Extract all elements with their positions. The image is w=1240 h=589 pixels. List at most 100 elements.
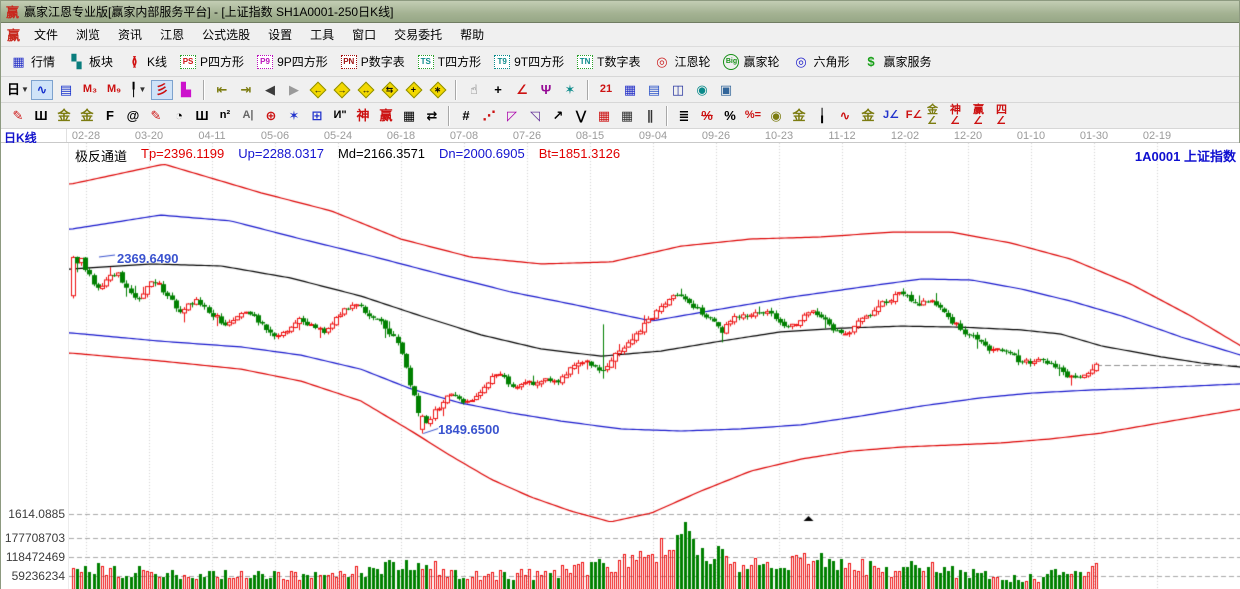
tool-9p-square[interactable]: P9 9P四方形 <box>254 51 331 72</box>
kline-chart-canvas[interactable] <box>69 143 1240 589</box>
tool-crosshair-tool-icon[interactable]: + <box>487 80 509 100</box>
tool-stats-globe-icon[interactable]: ◉ <box>691 80 713 100</box>
tool-t-table[interactable]: TN T数字表 <box>574 51 643 72</box>
tool-grid-123-icon[interactable]: ▦ <box>398 106 420 126</box>
tool-k-note-icon[interactable]: И" <box>329 106 351 126</box>
tool-kline[interactable]: ≬ K线 <box>123 51 170 72</box>
tool-quote[interactable]: ▦ 行情 <box>7 51 58 72</box>
tool-spiral-icon[interactable]: @ <box>122 106 144 126</box>
tool-p-table[interactable]: PN P数字表 <box>338 51 408 72</box>
menu-tools[interactable]: 工具 <box>301 23 343 46</box>
tool-histogram-icon[interactable]: ▙ <box>175 80 197 100</box>
tool-save-icon[interactable]: ◫ <box>667 80 689 100</box>
tool-grid-ruler-icon[interactable]: Ш <box>30 106 52 126</box>
tool-wave-red-icon[interactable]: ∿ <box>834 106 856 126</box>
tool-calculator-icon[interactable]: ▦ <box>619 80 641 100</box>
tool-candle-style-icon[interactable]: ╿ ▼ <box>127 80 149 100</box>
tool-v-dots-icon[interactable]: ⋁ <box>570 106 592 126</box>
menu-gann[interactable]: 江恩 <box>151 23 193 46</box>
tool-j-angle-icon[interactable]: J∠ <box>880 106 902 126</box>
tool-tick-ruler-icon[interactable]: Ш <box>191 106 213 126</box>
tool-shen-tool-icon[interactable]: 神 <box>352 106 374 126</box>
tool-box-rays-icon[interactable]: ◹ <box>524 106 546 126</box>
tool-star-web-icon[interactable]: ✶ <box>283 106 305 126</box>
tool-win-angle-icon[interactable]: 赢∠ <box>972 104 994 126</box>
menu-news[interactable]: 资讯 <box>109 23 151 46</box>
tool-mini-chart-3-icon[interactable]: M₃ <box>79 80 101 100</box>
tool-period-day-icon[interactable]: 日 ▼ <box>7 80 29 100</box>
tool-workstation-icon[interactable]: ▣ <box>715 80 737 100</box>
tool-box-tool-icon[interactable]: # <box>455 106 477 126</box>
tool-gold-circle-icon[interactable]: ◉ <box>765 106 787 126</box>
tool-gold-ruler-1-icon[interactable]: 金 <box>53 106 75 126</box>
tool-angle-measure-icon[interactable]: ∠ <box>511 80 533 100</box>
tool-parallel-lines-icon[interactable]: ∥ <box>639 106 661 126</box>
tool-win-tool-icon[interactable]: 赢 <box>375 106 397 126</box>
tool-fan-box-icon[interactable]: ◸ <box>501 106 523 126</box>
tool-map-draw-icon[interactable]: 彡 <box>151 79 173 100</box>
tool-gold-red-line-icon[interactable]: 金 <box>857 106 879 126</box>
tool-candle-pen-icon[interactable]: ╽ <box>811 106 833 126</box>
tool-mirror-icon[interactable]: A| <box>237 106 259 126</box>
menu-formula-pick[interactable]: 公式选股 <box>193 23 259 46</box>
menu-help[interactable]: 帮助 <box>451 23 493 46</box>
date-tick: 09-04 <box>638 130 668 142</box>
tool-shen-angle-icon[interactable]: 神∠ <box>949 104 971 126</box>
tool-zoom-h-icon[interactable]: ↔ <box>355 80 377 100</box>
tool-web-tool-icon[interactable]: ✶ <box>559 80 581 100</box>
tool-gold-angle-icon[interactable]: 金∠ <box>926 104 948 126</box>
menu-settings[interactable]: 设置 <box>259 23 301 46</box>
tool-zoom-right-icon[interactable]: → <box>331 80 353 100</box>
tool-grid-red-icon[interactable]: ▦ <box>593 106 615 126</box>
tool-brush-ruler-icon[interactable]: ✎ <box>145 106 167 126</box>
tool-last-bar-icon[interactable]: ⇥ <box>235 80 257 100</box>
tool-gold-lines-icon[interactable]: 金 <box>788 106 810 126</box>
tool-circle-cross-icon[interactable]: ⊕ <box>260 106 282 126</box>
tool-winner-service[interactable]: $ 赢家服务 <box>860 51 935 72</box>
tool-span-arrows-icon[interactable]: ⇄ <box>421 106 443 126</box>
title-bar[interactable]: 赢 赢家江恩专业版[赢家内部服务平台] - [上证指数 SH1A0001-250… <box>1 1 1239 23</box>
tool-pct-lines-icon[interactable]: %= <box>742 106 764 126</box>
tool-zoom-left-icon[interactable]: ← <box>307 80 329 100</box>
tool-mini-chart-9-icon[interactable]: M₉ <box>103 80 125 100</box>
tool-grid-arrow-icon[interactable]: ▦ <box>616 106 638 126</box>
tool-next-bar-icon[interactable]: ▶ <box>283 80 305 100</box>
tool-fan-tool-icon[interactable]: Ψ <box>535 80 557 100</box>
tool-f-angle-icon[interactable]: F∠ <box>903 106 925 126</box>
menu-browse[interactable]: 浏览 <box>67 23 109 46</box>
tool-gann-wheel[interactable]: ◎ 江恩轮 <box>650 51 713 72</box>
menu-window[interactable]: 窗口 <box>343 23 385 46</box>
menu-file[interactable]: 文件 <box>25 23 67 46</box>
tool-p-square[interactable]: PS P四方形 <box>177 51 247 72</box>
tool-first-bar-icon[interactable]: ⇤ <box>211 80 233 100</box>
tool-winner-wheel[interactable]: Big 赢家轮 <box>720 51 782 72</box>
tool-brush-red-icon[interactable]: ✎ <box>7 106 29 126</box>
tool-n-squared-icon[interactable]: n² <box>214 106 236 126</box>
tool-web-box-icon[interactable]: ⊞ <box>306 106 328 126</box>
tool-bar-scale-icon[interactable]: ≣ <box>673 106 695 126</box>
tool-clock-cycle-icon[interactable]: ◔ <box>168 106 190 126</box>
tool-pct-line-icon[interactable]: % <box>696 106 718 126</box>
tool-hexagon[interactable]: ◎ 六角形 <box>790 51 853 72</box>
tool-zigzag-view-icon[interactable]: ∿ <box>31 79 53 100</box>
tool-zoom-swap-icon[interactable]: ⇆ <box>379 80 401 100</box>
tool-t-square[interactable]: TS T四方形 <box>415 51 484 72</box>
tool-9t-square[interactable]: T9 9T四方形 <box>491 51 567 72</box>
tool-rays-red-icon[interactable]: ⋰ <box>478 106 500 126</box>
date-tick: 01-30 <box>1079 130 1109 142</box>
tool-notepad-icon[interactable]: ▤ <box>643 80 665 100</box>
tool-four-angle-icon[interactable]: 四∠ <box>995 104 1017 126</box>
tool-info-doc-icon[interactable]: ▤ <box>55 80 77 100</box>
menu-trade[interactable]: 交易委托 <box>385 23 451 46</box>
tool-trend-pen-icon[interactable]: ↗ <box>547 106 569 126</box>
tool-percent-icon[interactable]: % <box>719 106 741 126</box>
tool-zoom-plus-icon[interactable]: + <box>403 80 425 100</box>
tool-prev-bar-icon[interactable]: ◀ <box>259 80 281 100</box>
tool-calendar-icon[interactable]: 21 <box>595 80 617 100</box>
draw-toolbar: 日 ▼ ∿ ▤ M₃ M₉ ╿ ▼ 彡 ▙ ⇤ ⇥ ◀ ▶ ← → ↔ ⇆ + ∗ ☝ + ∠ Ψ ✶ 21 ▦ ▤ ◫ ◉ ▣ <box>1 77 1239 103</box>
tool-hand-tool-icon[interactable]: ☝ <box>463 80 485 100</box>
tool-sector[interactable]: ▚ 板块 <box>65 51 116 72</box>
tool-gold-ruler-2-icon[interactable]: 金 <box>76 106 98 126</box>
tool-zoom-star-icon[interactable]: ∗ <box>427 80 449 100</box>
tool-f-ruler-icon[interactable]: F <box>99 106 121 126</box>
